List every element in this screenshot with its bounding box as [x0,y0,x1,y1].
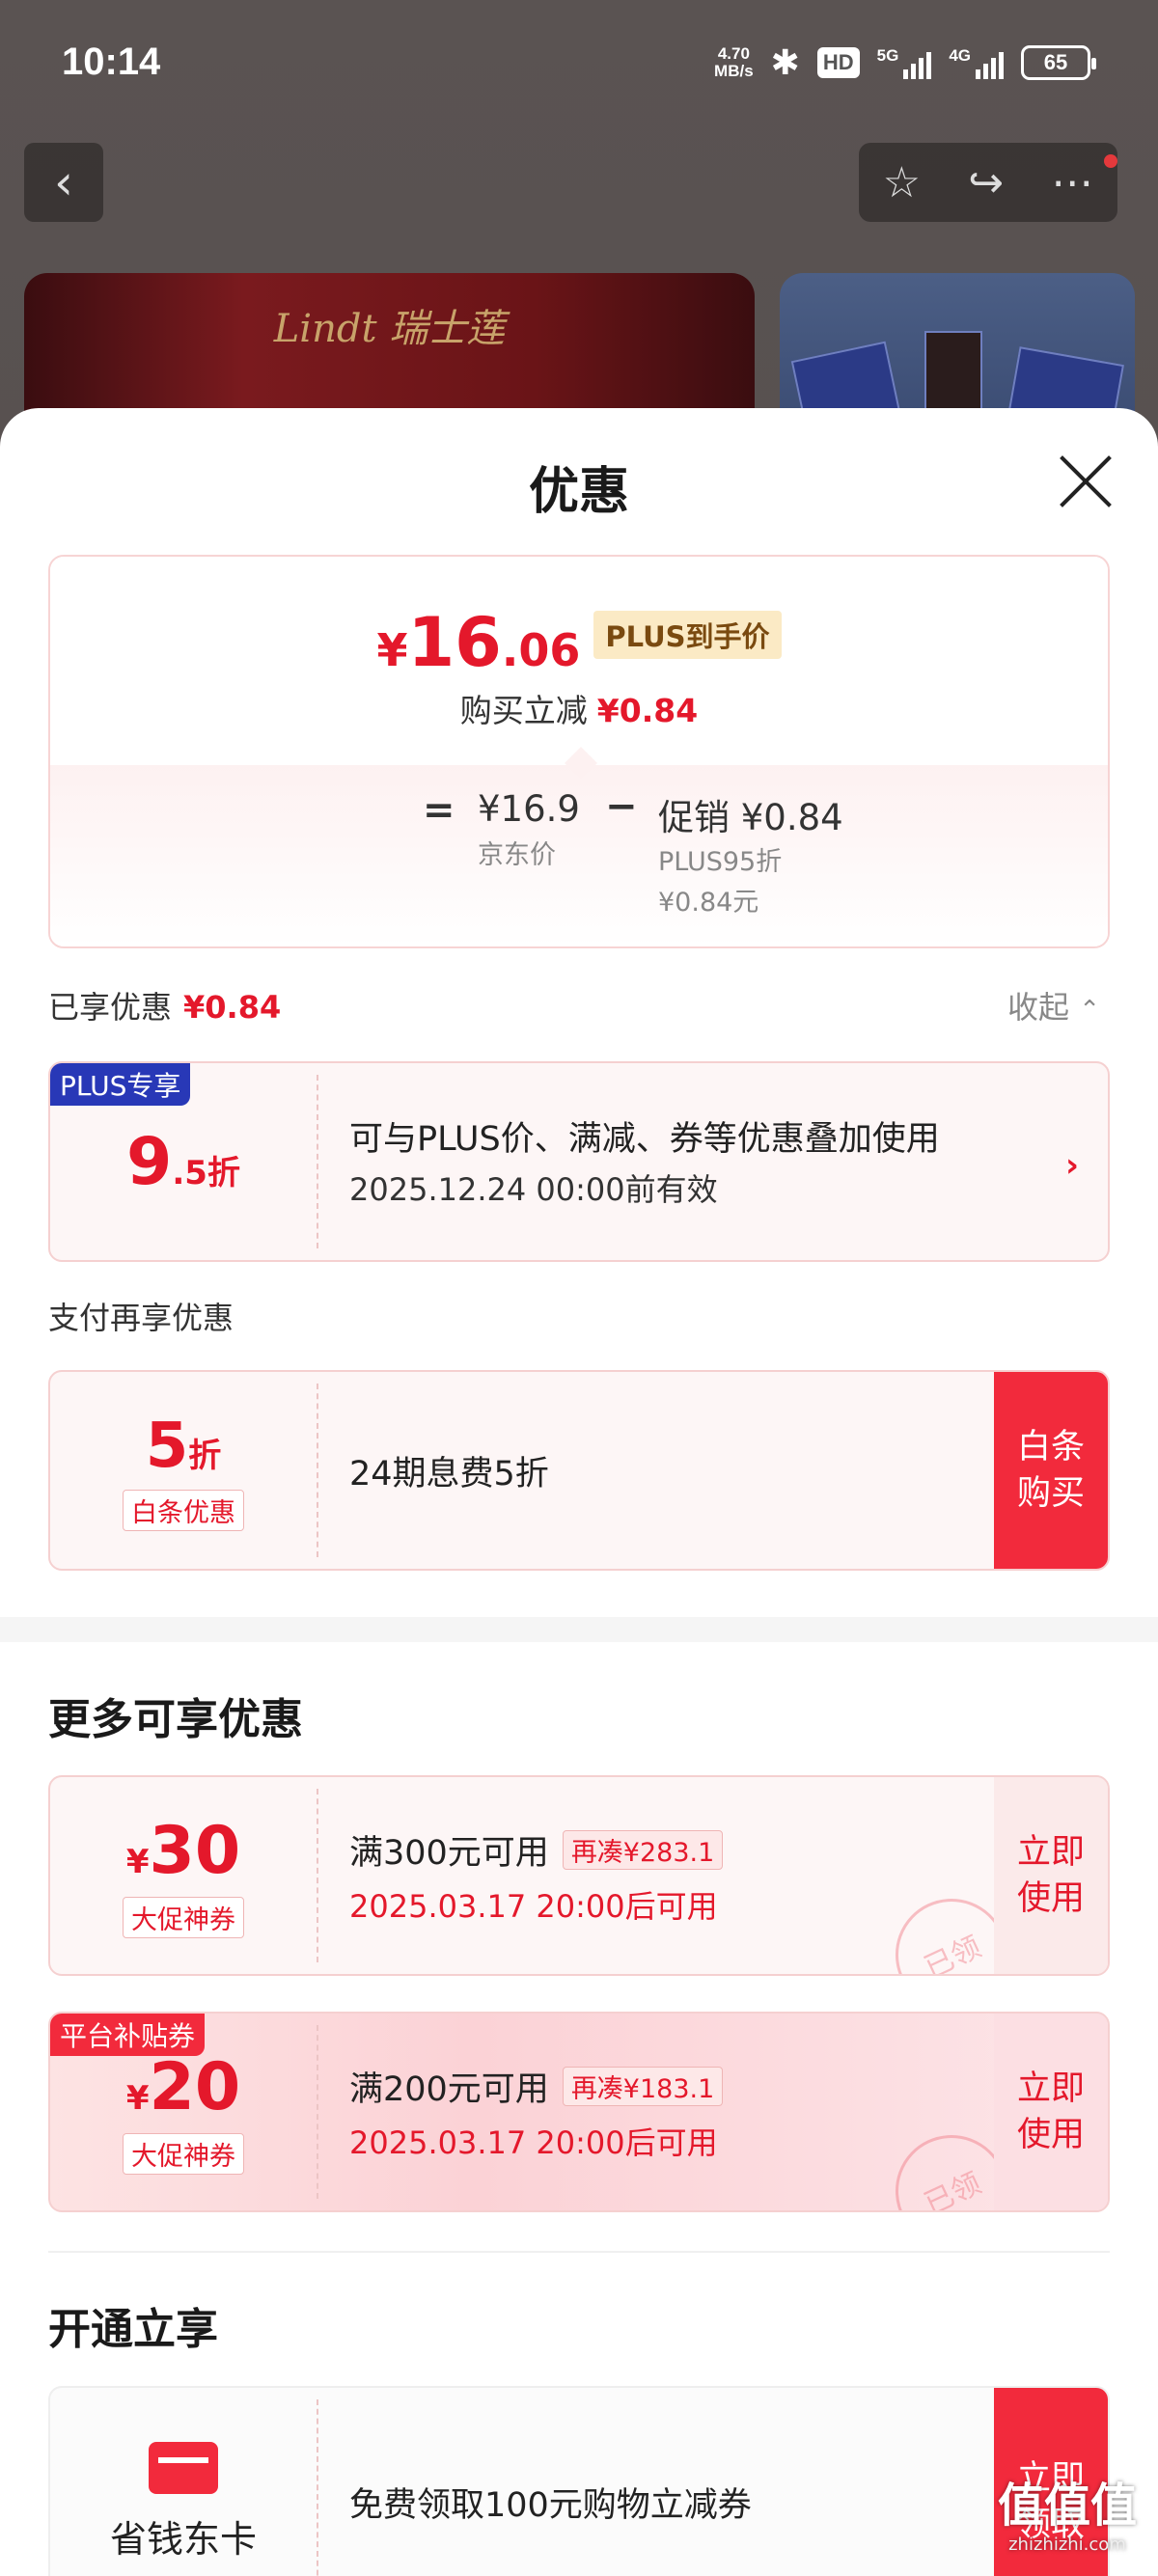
notification-dot [1104,154,1117,168]
share-icon[interactable]: ↪ [968,158,1004,207]
product-image[interactable] [780,273,1135,427]
coupon-amount: ¥ 30 [125,1813,241,1889]
coupon-condition: 满300元可用 [349,1833,549,1873]
status-bar: 10:14 4.70 MB/s ✱ HD 5G 4G 65 [0,0,1158,130]
plus-price-badge: PLUS到手价 [593,611,782,659]
coupon-validity: 2025.12.24 00:00前有效 [349,1171,718,1208]
plus-coupon[interactable]: PLUS专享 9 .5折 可与PLUS价、满减、券等优惠叠加使用 2025.12… [48,1061,1110,1262]
use-now-button[interactable]: 立即使用 [994,2014,1108,2210]
site-watermark: 值值值 zhizhizhi.com [997,2479,1137,2555]
bluetooth-icon: ✱ [770,42,800,82]
minus-sign: − [605,784,638,829]
back-button[interactable]: ‹ [24,143,103,222]
saving-card-offer: 省钱东卡 免费领取100元购物立减券 立即领取 [48,2386,1110,2576]
battery-icon: 65 [1021,45,1096,80]
network-speed: 4.70 MB/s [714,44,754,80]
coupon-badge: 大促神券 [123,2133,244,2175]
divider [48,2251,1110,2253]
status-icons: 4.70 MB/s ✱ HD 5G 4G 65 [714,42,1096,83]
discount-value: 9 .5折 [126,1123,240,1200]
chevron-up-icon: ⌃ [1079,996,1100,1025]
sheet-title: 优惠 [528,463,629,521]
more-icon[interactable]: ⋯ [1051,158,1093,207]
coupon-condition: 满200元可用 [349,2069,549,2109]
promo-coupon: ¥ 30 大促神券 满300元可用 再凑¥283.1 2025.03.17 20… [48,1775,1110,1976]
platform-subsidy-coupon: 平台补贴券 ¥ 20 大促神券 满200元可用 再凑¥183.1 2025.03… [48,2012,1110,2212]
signal-4g-icon: 4G [949,46,1004,79]
section-divider [0,1617,1158,1642]
instant-discount: 购买立减 ¥0.84 [459,692,699,729]
status-time: 10:14 [62,41,161,83]
discount-value: 5 折 [145,1410,222,1482]
top-actions: ☆ ↪ ⋯ [859,143,1117,222]
add-more-chip: 再凑¥183.1 [562,2066,724,2106]
collapse-toggle[interactable]: 收起 ⌃ [1007,983,1100,1028]
coupon-validity: 2025.03.17 20:00后可用 [349,2124,718,2161]
coupon-badge: 大促神券 [123,1897,244,1938]
baitiao-buy-button[interactable]: 白条购买 [994,1372,1108,1569]
hd-icon: HD [816,47,860,78]
product-banner[interactable]: Lindt 瑞士莲 [24,273,755,427]
discount-sheet: 优惠 ¥ 16 .06 PLUS到手价 购买立减 ¥0.84 = ¥16.9 京东… [0,408,1158,2576]
baitiao-coupon: 5 折 白条优惠 24期息费5折 白条购买 [48,1370,1110,1571]
add-more-chip: 再凑¥283.1 [562,1829,724,1870]
card-name: 省钱东卡 [109,2517,257,2561]
signal-5g-icon: 5G [877,46,932,79]
card-icon [149,2441,218,2494]
jd-price: ¥16.9 京东价 [478,788,580,870]
more-discounts-title: 更多可享优惠 [48,1695,303,1744]
coupon-validity: 2025.03.17 20:00后可用 [349,1887,718,1925]
offer-description: 免费领取100元购物立减券 [349,2485,752,2525]
chevron-left-icon: ‹ [54,154,73,210]
use-now-button[interactable]: 立即使用 [994,1777,1108,1974]
payment-discount-label: 支付再享优惠 [48,1300,234,1336]
open-membership-title: 开通立享 [48,2305,218,2354]
coupon-description: 可与PLUS价、满减、券等优惠叠加使用 [349,1120,940,1159]
favorite-star-icon[interactable]: ☆ [883,158,921,207]
enjoyed-discount: 已享优惠 ¥0.84 [48,989,282,1026]
equals-sign: = [423,788,455,833]
baitiao-badge: 白条优惠 [123,1489,244,1531]
final-price: ¥ 16 .06 PLUS到手价 [50,603,1108,682]
coupon-amount: ¥ 20 [125,2049,241,2125]
close-icon[interactable] [1057,452,1115,510]
chevron-right-icon: › [1064,1146,1079,1185]
coupon-description: 24期息费5折 [349,1454,549,1494]
promo-discount: 促销 ¥0.84 PLUS95折 ¥0.84元 [658,797,843,918]
brand-logo: Lindt 瑞士莲 [273,307,506,351]
price-breakdown-card: ¥ 16 .06 PLUS到手价 购买立减 ¥0.84 = ¥16.9 京东价 −… [48,555,1110,948]
